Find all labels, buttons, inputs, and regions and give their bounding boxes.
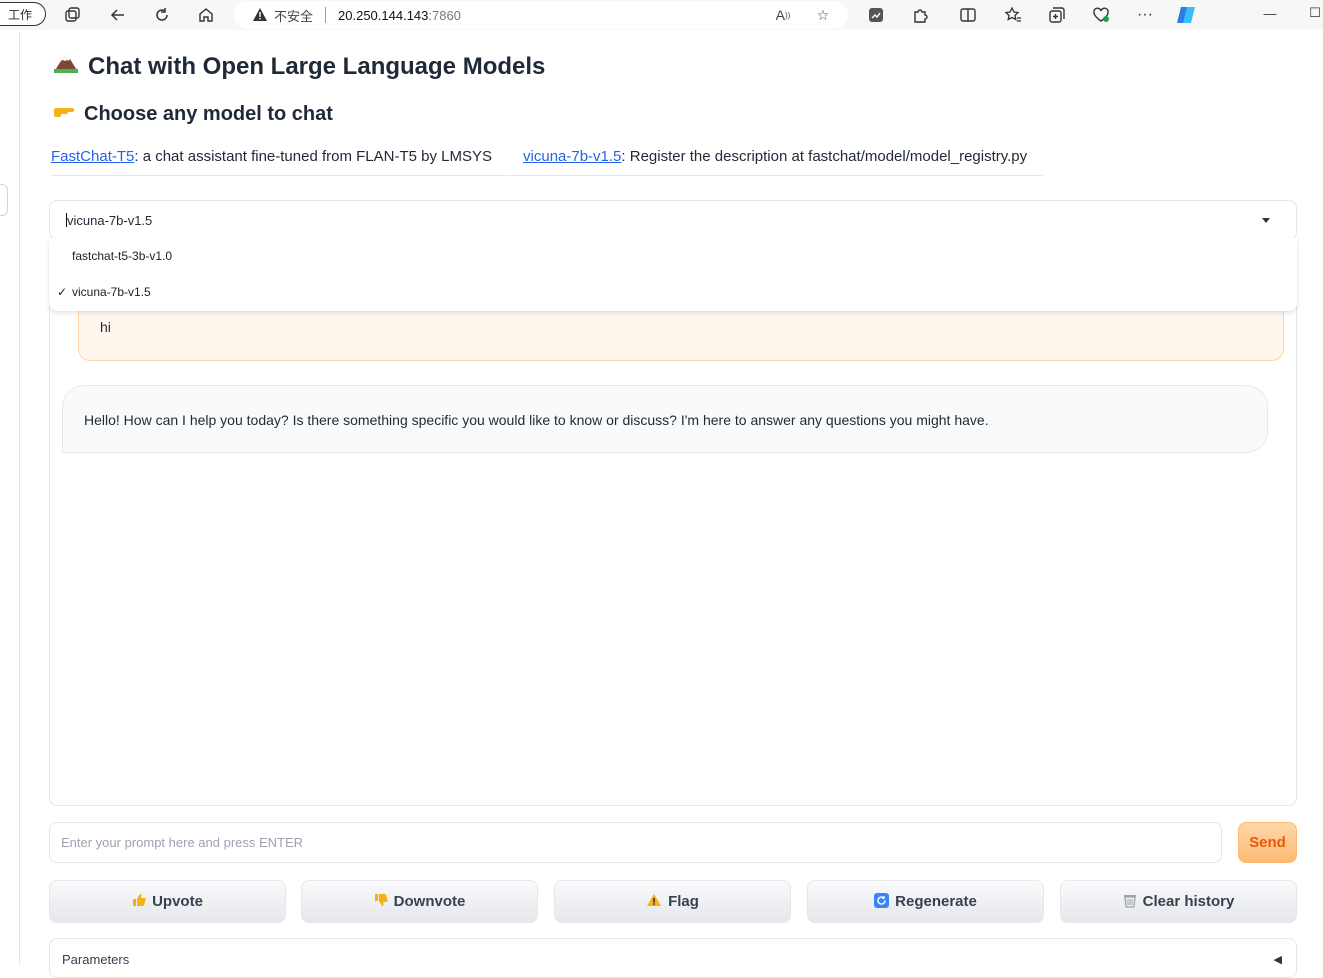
assistant-message: Hello! How can I help you today? Is ther… bbox=[62, 385, 1268, 453]
fastchat-t5-link[interactable]: FastChat-T5 bbox=[51, 148, 134, 165]
warning-icon bbox=[646, 893, 662, 910]
performance-heart-icon[interactable] bbox=[1089, 3, 1113, 27]
extension-icon[interactable] bbox=[864, 3, 888, 27]
dropdown-option-label: fastchat-t5-3b-v1.0 bbox=[72, 249, 173, 263]
parameters-label: Parameters bbox=[62, 952, 130, 967]
favorite-star-icon[interactable]: ☆ bbox=[812, 4, 834, 26]
flag-label: Flag bbox=[668, 893, 699, 910]
model-dropdown-menu: fastchat-t5-3b-v1.0 ✓ vicuna-7b-v1.5 bbox=[49, 238, 1297, 311]
model-descriptions: FastChat-T5: a chat assistant fine-tuned… bbox=[51, 146, 1044, 176]
pointing-hand-icon bbox=[52, 101, 76, 127]
favorites-icon[interactable] bbox=[1001, 3, 1025, 27]
upvote-button[interactable]: Upvote bbox=[49, 880, 286, 923]
address-bar[interactable]: 不安全 20.250.144.143:7860 A)) ☆ bbox=[234, 1, 848, 29]
clear-history-label: Clear history bbox=[1142, 893, 1235, 910]
dropdown-option-label: vicuna-7b-v1.5 bbox=[72, 285, 151, 299]
split-screen-icon[interactable] bbox=[956, 3, 980, 27]
chevron-down-icon[interactable] bbox=[1262, 218, 1270, 223]
model-description-item: FastChat-T5: a chat assistant fine-tuned… bbox=[51, 146, 509, 176]
section-subtitle-text: Choose any model to chat bbox=[84, 102, 333, 125]
security-label[interactable]: 不安全 bbox=[274, 6, 313, 25]
send-button[interactable]: Send bbox=[1238, 822, 1297, 863]
parameters-accordion[interactable]: Parameters ◀ bbox=[49, 938, 1297, 978]
profile-button[interactable]: 工作 bbox=[0, 2, 46, 26]
back-icon[interactable] bbox=[106, 3, 130, 27]
model-selector-value: vicuna-7b-v1.5 bbox=[67, 212, 153, 228]
extensions-puzzle-icon[interactable] bbox=[908, 3, 932, 27]
dropdown-option-vicuna[interactable]: ✓ vicuna-7b-v1.5 bbox=[49, 274, 1297, 310]
url-host: 20.250.144.143 bbox=[338, 7, 429, 23]
address-separator bbox=[325, 7, 327, 23]
model-description-text: : a chat assistant fine-tuned from FLAN-… bbox=[134, 148, 493, 165]
model-description-item: vicuna-7b-v1.5: Register the description… bbox=[509, 146, 1044, 176]
thumbs-down-icon bbox=[374, 893, 388, 910]
model-description-text: : Register the description at fastchat/m… bbox=[621, 148, 1028, 165]
section-subtitle: Choose any model to chat bbox=[52, 101, 333, 127]
action-buttons: Upvote Downvote Flag Regenerate Clear hi… bbox=[49, 880, 1297, 923]
more-menu-icon[interactable]: ··· bbox=[1133, 3, 1157, 27]
mountain-icon bbox=[52, 52, 80, 81]
url-port: :7860 bbox=[428, 7, 461, 23]
maximize-icon[interactable]: ☐ bbox=[1304, 2, 1323, 24]
home-icon[interactable] bbox=[194, 3, 218, 27]
checkmark-icon: ✓ bbox=[57, 285, 68, 299]
clear-history-button[interactable]: Clear history bbox=[1060, 880, 1297, 923]
refresh-icon bbox=[874, 892, 890, 911]
page-title: Chat with Open Large Language Models bbox=[52, 52, 545, 81]
prompt-input[interactable] bbox=[49, 822, 1222, 863]
minimize-icon[interactable]: — bbox=[1259, 2, 1281, 24]
upvote-label: Upvote bbox=[152, 893, 203, 910]
model-selector[interactable]: vicuna-7b-v1.5 bbox=[49, 200, 1297, 240]
dropdown-option-fastchat-t5[interactable]: fastchat-t5-3b-v1.0 bbox=[49, 238, 1297, 274]
collections-icon[interactable] bbox=[1045, 3, 1069, 27]
warning-icon bbox=[252, 7, 268, 23]
copilot-icon[interactable] bbox=[1174, 3, 1198, 27]
downvote-button[interactable]: Downvote bbox=[301, 880, 538, 923]
browser-toolbar: 工作 不安全 20.250.144.143:7860 A)) ☆ ··· — ☐ bbox=[0, 0, 1323, 30]
workspaces-icon[interactable] bbox=[60, 3, 84, 27]
sidebar-toggle-tab[interactable] bbox=[0, 184, 8, 216]
vicuna-link[interactable]: vicuna-7b-v1.5 bbox=[523, 148, 621, 165]
flag-button[interactable]: Flag bbox=[554, 880, 791, 923]
read-aloud-icon[interactable]: A)) bbox=[772, 4, 794, 26]
collapse-triangle-icon[interactable]: ◀ bbox=[1274, 953, 1282, 966]
refresh-icon[interactable] bbox=[150, 3, 174, 27]
trash-icon bbox=[1123, 893, 1137, 911]
regenerate-button[interactable]: Regenerate bbox=[807, 880, 1044, 923]
url-text[interactable]: 20.250.144.143:7860 bbox=[338, 8, 461, 23]
regenerate-label: Regenerate bbox=[895, 893, 977, 910]
page-title-text: Chat with Open Large Language Models bbox=[88, 52, 546, 80]
downvote-label: Downvote bbox=[393, 893, 466, 910]
thumbs-up-icon bbox=[132, 893, 146, 910]
